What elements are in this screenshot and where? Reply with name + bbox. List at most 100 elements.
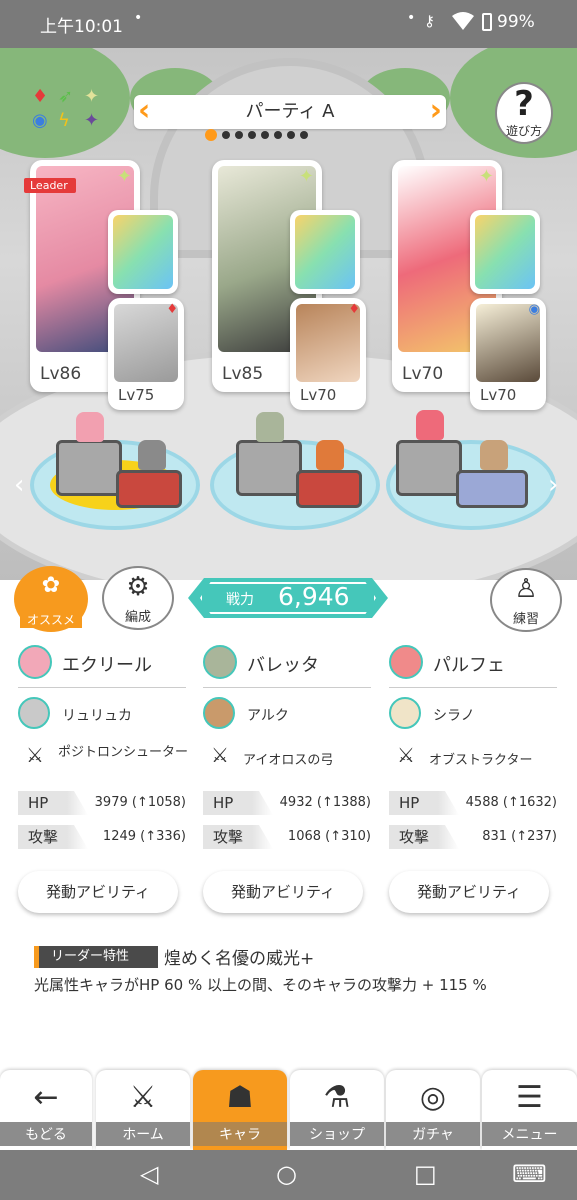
hp-value: 4932 (↑1388) — [279, 795, 371, 810]
character-sprite[interactable] — [256, 412, 284, 442]
pager-dot[interactable] — [287, 130, 295, 139]
ability-button[interactable]: 発動アビリティ — [18, 871, 178, 913]
notification-dot: • — [407, 10, 416, 26]
character-avatar — [389, 645, 423, 679]
character-sprite[interactable] — [76, 412, 104, 442]
nav-label: キャラ — [193, 1122, 287, 1146]
star-icon: ✦ — [116, 166, 132, 187]
battery-icon — [482, 13, 492, 31]
shop-icon: ⚗ — [323, 1080, 351, 1115]
character-sprite[interactable] — [480, 440, 508, 470]
sub-level: Lv70 — [480, 386, 517, 404]
scroll-right-icon[interactable]: › — [548, 470, 558, 500]
pager-dot[interactable] — [248, 130, 256, 139]
next-party-icon[interactable]: › — [430, 95, 442, 127]
help-button[interactable]: ? 遊び方 — [495, 82, 553, 144]
practice-button[interactable]: ♙ 練習 — [490, 568, 562, 632]
hp-row: HP 4588 (↑1632) — [389, 791, 561, 815]
back-triangle-icon[interactable]: ◁ — [140, 1160, 158, 1188]
pager-dot[interactable] — [205, 128, 217, 141]
gamepad-icon[interactable]: ⌨ — [512, 1160, 547, 1188]
sub-character-row[interactable]: リュリュカ — [18, 697, 190, 733]
weapon-card[interactable] — [470, 210, 540, 294]
water-element-icon: ◉ — [528, 302, 540, 317]
key-icon: ⚷ — [424, 12, 435, 30]
pedestal — [456, 470, 528, 508]
nav-item-2[interactable]: ☗ キャラ — [193, 1070, 287, 1150]
fire-element-icon: ♦ — [348, 302, 360, 317]
nav-item-0[interactable]: ← もどる — [0, 1070, 92, 1150]
weapon-image — [295, 215, 355, 289]
nav-label: ショップ — [290, 1122, 384, 1146]
sub-character-row[interactable]: アルク — [203, 697, 375, 733]
pedestal — [116, 470, 182, 508]
weapon-row[interactable]: ⚔ ポジトロンシューター — [18, 743, 190, 783]
nav-item-5[interactable]: ☰ メニュー — [482, 1070, 577, 1150]
wifi-icon — [452, 12, 474, 30]
scroll-left-icon[interactable]: ‹ — [14, 470, 24, 500]
main-character-row[interactable]: バレッタ — [203, 645, 375, 689]
nav-label: もどる — [0, 1122, 92, 1146]
pager-dot[interactable] — [274, 130, 282, 139]
main-character-name: パルフェ — [433, 655, 505, 676]
prev-party-icon[interactable]: ‹ — [138, 95, 150, 127]
home-icon: ⚔ — [129, 1080, 157, 1115]
nav-item-1[interactable]: ⚔ ホーム — [96, 1070, 190, 1150]
pager-dot[interactable] — [261, 130, 269, 139]
weapon-icon: ⚔ — [397, 743, 415, 767]
sub-character-card[interactable]: ◉ Lv70 — [470, 298, 546, 410]
nav-label: ホーム — [96, 1122, 190, 1146]
character-avatar — [203, 645, 237, 679]
nav-item-3[interactable]: ⚗ ショップ — [290, 1070, 384, 1150]
attack-label: 攻撃 — [389, 825, 459, 849]
ability-button[interactable]: 発動アビリティ — [203, 871, 363, 913]
main-character-row[interactable]: エクリール — [18, 645, 190, 689]
leader-trait-title: 煌めく名優の威光+ — [164, 949, 315, 969]
formation-button[interactable]: ⚙ 編成 — [102, 566, 174, 630]
ability-button[interactable]: 発動アビリティ — [389, 871, 549, 913]
main-character-row[interactable]: パルフェ — [389, 645, 561, 689]
attack-value: 1068 (↑310) — [287, 829, 371, 844]
character-sprite[interactable] — [316, 440, 344, 470]
character-sprite[interactable] — [416, 410, 444, 440]
party-power: 戦力 6,946 — [188, 578, 388, 618]
recommend-icon: ✿ — [41, 573, 61, 598]
light-element-icon: ✦ — [84, 86, 100, 107]
sub-level: Lv70 — [300, 386, 337, 404]
pager-dot[interactable] — [235, 130, 243, 139]
recents-square-icon[interactable]: □ — [414, 1160, 437, 1188]
weapon-row[interactable]: ⚔ オブストラクター — [389, 743, 561, 783]
recommend-button[interactable]: ✿ オススメ — [14, 566, 88, 632]
pedestal — [236, 440, 302, 496]
divider — [389, 687, 557, 688]
element-filter[interactable]: ♦ ➶ ✦ ◉ ϟ ✦ — [28, 86, 104, 136]
attack-row: 攻撃 831 (↑237) — [389, 825, 561, 849]
hp-value: 4588 (↑1632) — [465, 795, 557, 810]
party-member-column: エクリール リュリュカ ⚔ ポジトロンシューター HP 3979 (↑1058)… — [18, 645, 190, 925]
sub-character-card[interactable]: ♦ Lv70 — [290, 298, 366, 410]
weapon-card[interactable] — [108, 210, 178, 294]
weapon-image — [475, 215, 535, 289]
sub-character-card[interactable]: ♦ Lv75 — [108, 298, 184, 410]
hp-label: HP — [203, 791, 273, 815]
pager-dot[interactable] — [222, 130, 230, 139]
sub-character-row[interactable]: シラノ — [389, 697, 561, 733]
weapon-row[interactable]: ⚔ アイオロスの弓 — [203, 743, 375, 783]
wind-element-icon: ➶ — [58, 86, 74, 107]
main-character-name: バレッタ — [247, 655, 319, 676]
party-member-column: バレッタ アルク ⚔ アイオロスの弓 HP 4932 (↑1388) 攻撃 10… — [203, 645, 375, 925]
home-circle-icon[interactable]: ○ — [276, 1160, 297, 1188]
main-level: Lv70 — [402, 364, 444, 384]
party-pager[interactable] — [205, 124, 313, 141]
battery-percent: 99% — [497, 12, 535, 32]
pager-dot[interactable] — [300, 130, 308, 139]
attack-value: 831 (↑237) — [482, 829, 557, 844]
nav-item-4[interactable]: ◎ ガチャ — [386, 1070, 480, 1150]
nav-label: メニュー — [482, 1122, 577, 1146]
attack-row: 攻撃 1249 (↑336) — [18, 825, 190, 849]
character-sprite[interactable] — [138, 440, 166, 470]
power-value: 6,946 — [278, 582, 350, 611]
weapon-card[interactable] — [290, 210, 360, 294]
attack-label: 攻撃 — [203, 825, 273, 849]
practice-label: 練習 — [512, 612, 539, 627]
